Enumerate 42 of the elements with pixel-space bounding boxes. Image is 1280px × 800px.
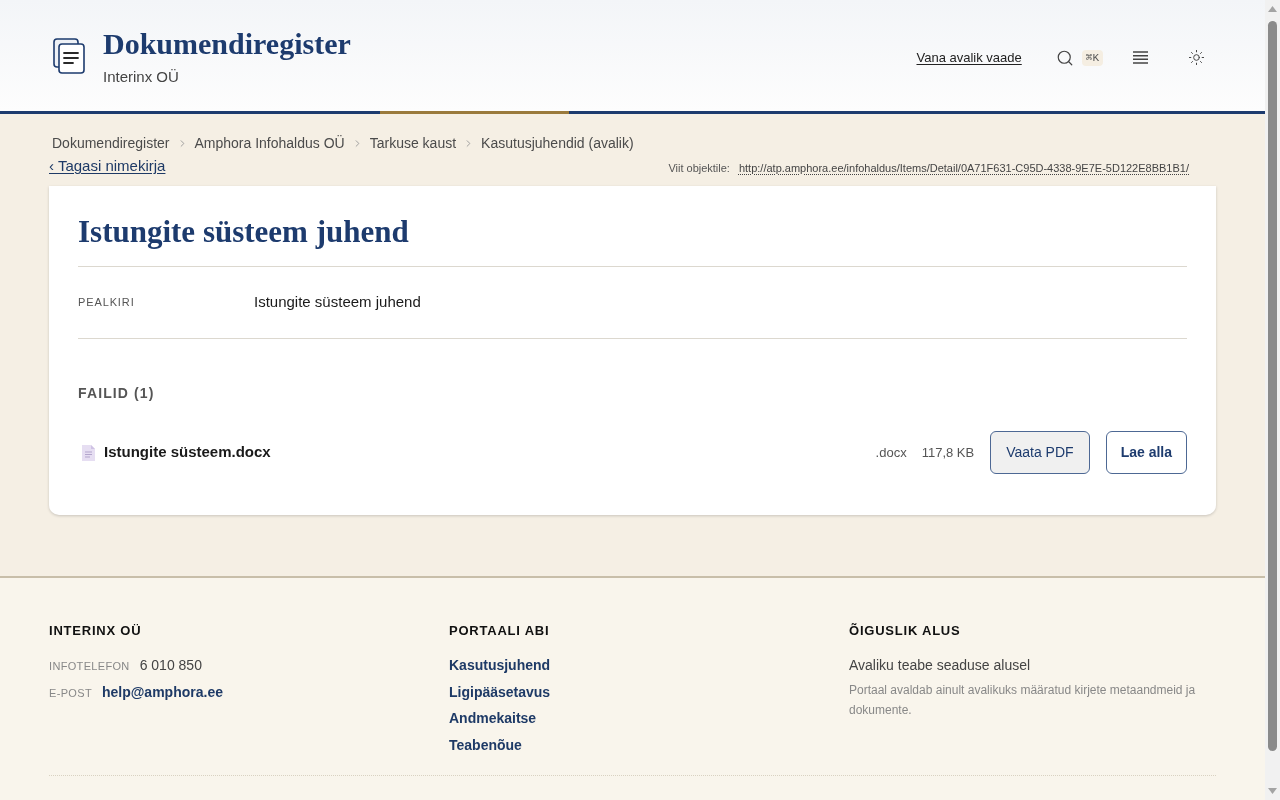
- theme-toggle-icon[interactable]: [1188, 49, 1205, 66]
- site-subtitle: Interinx OÜ: [103, 66, 180, 87]
- field-value: Istungite süsteem juhend: [254, 292, 421, 313]
- footer-heading: INTERINX OÜ: [49, 622, 143, 640]
- footer-heading: PORTAALI ABI: [449, 622, 551, 640]
- field-label: PEALKIRI: [78, 295, 136, 311]
- search-icon[interactable]: [1055, 48, 1074, 67]
- scroll-down-icon[interactable]: [1268, 788, 1277, 794]
- footer-link[interactable]: Ligipääsetavus: [449, 681, 551, 702]
- documents-icon: [53, 37, 85, 74]
- menu-icon[interactable]: [1133, 51, 1148, 64]
- site-title[interactable]: Dokumendiregister: [103, 26, 351, 61]
- legal-note: Portaal avaldab ainult avalikuks määratud kirjete metaandmeid ja dokumente.: [849, 682, 1197, 719]
- reference-url-link[interactable]: http://atp.amphora.ee/infohaldus/Items/Detail/0A71F631-C95D-4338-9E7E-5D122E8BB1B1/: [738, 159, 1189, 176]
- breadcrumb-link[interactable]: Dokumendiregister: [52, 133, 170, 153]
- email-link[interactable]: help@amphora.ee: [101, 682, 223, 702]
- file-size: 117,8 KB: [921, 443, 975, 462]
- breadcrumb-link[interactable]: Amphora Infohaldus OÜ: [194, 133, 345, 153]
- back-link[interactable]: ‹ Tagasi nimekirja: [49, 156, 166, 176]
- contact-label: INFOTELEFON: [49, 659, 130, 674]
- files-heading: FAILID (1): [78, 384, 156, 403]
- download-button[interactable]: Lae alla: [1105, 431, 1187, 474]
- scroll-up-icon[interactable]: [1268, 6, 1277, 12]
- file-name[interactable]: Istungite süsteem.docx: [104, 441, 271, 464]
- reference-label: Viit objektile:: [668, 160, 730, 176]
- contact-label: E-POST: [49, 686, 92, 701]
- footer-link[interactable]: Teabenõue: [449, 734, 522, 755]
- old-view-link[interactable]: Vana avalik vaade: [916, 47, 1022, 68]
- document-title: Istungite süsteem juhend: [78, 214, 410, 250]
- footer-link[interactable]: Kasutusjuhend: [449, 655, 551, 675]
- document-file-icon: [82, 444, 95, 461]
- legal-basis-text: Avaliku teabe seaduse alusel: [849, 656, 1032, 675]
- view-pdf-button[interactable]: Vaata PDF: [990, 431, 1090, 474]
- footer-heading: ÕIGUSLIK ALUS: [849, 622, 962, 640]
- breadcrumb-link[interactable]: Kasutusjuhendid (avalik): [481, 133, 634, 153]
- footer-link[interactable]: Andmekaitse: [449, 708, 537, 728]
- shortcut-hint: ⌘K: [1081, 49, 1103, 66]
- file-extension: .docx: [875, 443, 907, 462]
- scrollbar-thumb[interactable]: [1268, 21, 1277, 751]
- scrollbar[interactable]: [1265, 0, 1280, 800]
- breadcrumb-link[interactable]: Tarkuse kaust: [369, 133, 457, 153]
- phone-number: 6 010 850: [139, 656, 202, 675]
